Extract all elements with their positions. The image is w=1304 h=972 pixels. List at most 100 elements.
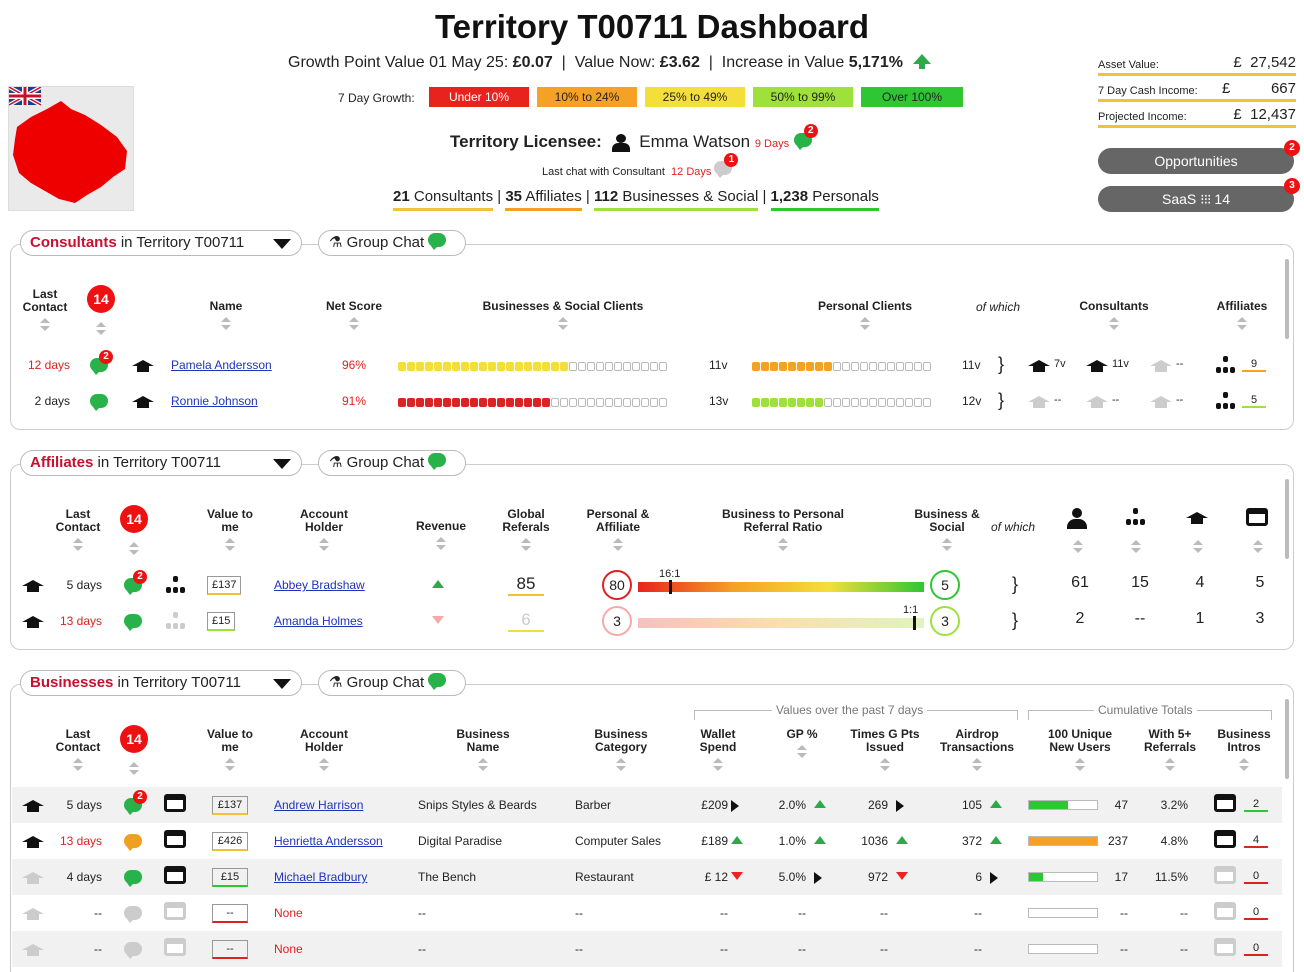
count-item[interactable]: 1,238 Personals [770, 188, 879, 211]
sort-icon[interactable] [797, 745, 807, 759]
business-name-header[interactable]: Business Name [440, 728, 526, 772]
value-to-me[interactable]: £137 [212, 796, 248, 815]
sort-icon[interactable] [221, 317, 231, 331]
net-score-header[interactable]: Net Score [318, 300, 390, 331]
opportunities-button[interactable]: Opportunities 2 [1098, 140, 1300, 174]
sort-icon[interactable] [73, 538, 83, 552]
consultants-group-chat-button[interactable]: ⚗ Group Chat [318, 230, 466, 256]
chat-button[interactable] [124, 906, 142, 925]
last-contact-header[interactable]: Last Contact [18, 288, 72, 332]
sort-icon[interactable] [942, 538, 952, 552]
chat-button[interactable] [90, 394, 108, 413]
businesses-group-chat-button[interactable]: ⚗ Group Chat [318, 670, 466, 696]
sort-icon[interactable] [613, 538, 623, 552]
value-to-me[interactable]: -- [212, 940, 248, 959]
sort-icon[interactable] [778, 538, 788, 552]
affiliates-header[interactable]: Affiliates [1210, 300, 1274, 331]
business-category-header[interactable]: Business Category [578, 728, 664, 772]
sort-icon[interactable] [319, 758, 329, 772]
sort-icon[interactable] [713, 758, 723, 772]
count-item[interactable]: 112 Businesses & Social [594, 188, 759, 211]
name-header[interactable]: Name [186, 300, 266, 331]
account-holder-link[interactable]: Abbey Bradshaw [274, 578, 365, 592]
sort-icon[interactable] [1239, 758, 1249, 772]
scrollbar[interactable] [1285, 699, 1289, 779]
badge-sort[interactable] [125, 538, 143, 556]
count-item[interactable]: 35 Affiliates [505, 188, 582, 211]
business-intros[interactable]: 4 [1244, 834, 1268, 848]
sort-icon[interactable] [436, 537, 446, 551]
sort-icon[interactable] [1253, 540, 1263, 554]
consultants-dropdown[interactable]: Consultants in Territory T00711 [20, 230, 302, 256]
count-item[interactable]: 21 Consultants [393, 188, 494, 211]
licensee-name[interactable]: Emma Watson [639, 132, 750, 151]
account-holder-header[interactable]: Account Holder [280, 728, 368, 772]
affiliate-count[interactable]: 5 [1242, 394, 1266, 408]
referrals-header[interactable]: With 5+ Referrals [1134, 728, 1206, 772]
affiliate-count[interactable]: 9 [1242, 358, 1266, 372]
sort-icon[interactable] [616, 758, 626, 772]
sort-icon[interactable] [1193, 540, 1203, 554]
licensee-chat-button[interactable]: 2 [793, 124, 818, 152]
sort-icon[interactable] [349, 317, 359, 331]
sort-icon[interactable] [478, 758, 488, 772]
consultant-chat-button[interactable]: 1 [714, 153, 739, 178]
value-to-me[interactable]: £426 [212, 832, 248, 851]
business-intros[interactable]: 2 [1244, 798, 1268, 812]
sort-icon[interactable] [1073, 540, 1083, 554]
sort-icon[interactable] [225, 758, 235, 772]
last-contact-header[interactable]: Last Contact [50, 728, 106, 772]
scrollbar[interactable] [1285, 479, 1289, 559]
badge-sort[interactable] [125, 758, 143, 776]
account-holder-link[interactable]: None [274, 942, 303, 956]
personal-clients-header[interactable]: Personal Clients [790, 300, 940, 331]
badge-sort[interactable] [92, 318, 110, 336]
value-to-me[interactable]: £137 [207, 576, 242, 595]
sort-icon[interactable] [73, 758, 83, 772]
sort-icon[interactable] [1237, 317, 1247, 331]
account-holder-link[interactable]: None [274, 906, 303, 920]
personal-affiliate-header[interactable]: Personal & Affiliate [580, 508, 656, 552]
unique-users-header[interactable]: 100 Unique New Users [1034, 728, 1126, 772]
saas-button[interactable]: SaaS ⁝⁝⁝ 14 3 [1098, 178, 1300, 212]
account-holder-link[interactable]: Andrew Harrison [274, 798, 363, 812]
gp-header[interactable]: GP % [782, 728, 822, 759]
airdrop-header[interactable]: Airdrop Transactions [932, 728, 1022, 772]
chat-button[interactable] [124, 614, 142, 633]
sort-icon[interactable] [1109, 317, 1119, 331]
value-to-me[interactable]: £15 [207, 612, 236, 631]
value-header[interactable]: Value to me [200, 728, 260, 772]
last-contact-header[interactable]: Last Contact [50, 508, 106, 552]
times-issued-header[interactable]: Times G Pts Issued [840, 728, 930, 772]
business-social-header[interactable]: Business & Social [910, 508, 984, 552]
referral-ratio-header[interactable]: Business to Personal Referral Ratio [700, 508, 866, 552]
sort-icon[interactable] [129, 762, 139, 776]
consultants-header[interactable]: Consultants [1066, 300, 1162, 331]
business-intros[interactable]: 0 [1244, 906, 1268, 920]
sort-icon[interactable] [1131, 540, 1141, 554]
chat-button[interactable] [124, 870, 142, 889]
sort-icon[interactable] [1165, 758, 1175, 772]
affiliates-group-chat-button[interactable]: ⚗ Group Chat [318, 450, 466, 476]
businesses-social-header[interactable]: Businesses & Social Clients [450, 300, 676, 331]
chat-button[interactable]: 2 [124, 570, 147, 597]
consultant-name-link[interactable]: Ronnie Johnson [171, 394, 258, 408]
value-header[interactable]: Value to me [200, 508, 260, 552]
businesses-dropdown[interactable]: Businesses in Territory T00711 [20, 670, 302, 696]
business-intros[interactable]: 0 [1244, 870, 1268, 884]
consultant-name-link[interactable]: Pamela Andersson [171, 358, 272, 372]
sort-icon[interactable] [972, 758, 982, 772]
account-holder-header[interactable]: Account Holder [280, 508, 368, 552]
sort-icon[interactable] [129, 542, 139, 556]
sort-icon[interactable] [880, 758, 890, 772]
account-holder-link[interactable]: Michael Bradbury [274, 870, 367, 884]
business-intros-header[interactable]: Business Intros [1212, 728, 1276, 772]
account-holder-link[interactable]: Henrietta Andersson [274, 834, 383, 848]
affiliates-dropdown[interactable]: Affiliates in Territory T00711 [20, 450, 302, 476]
sort-icon[interactable] [860, 317, 870, 331]
value-to-me[interactable]: -- [212, 904, 248, 923]
chat-button[interactable] [124, 834, 142, 853]
business-intros[interactable]: 0 [1244, 942, 1268, 956]
scrollbar[interactable] [1285, 259, 1289, 339]
wallet-spend-header[interactable]: Wallet Spend [690, 728, 746, 772]
